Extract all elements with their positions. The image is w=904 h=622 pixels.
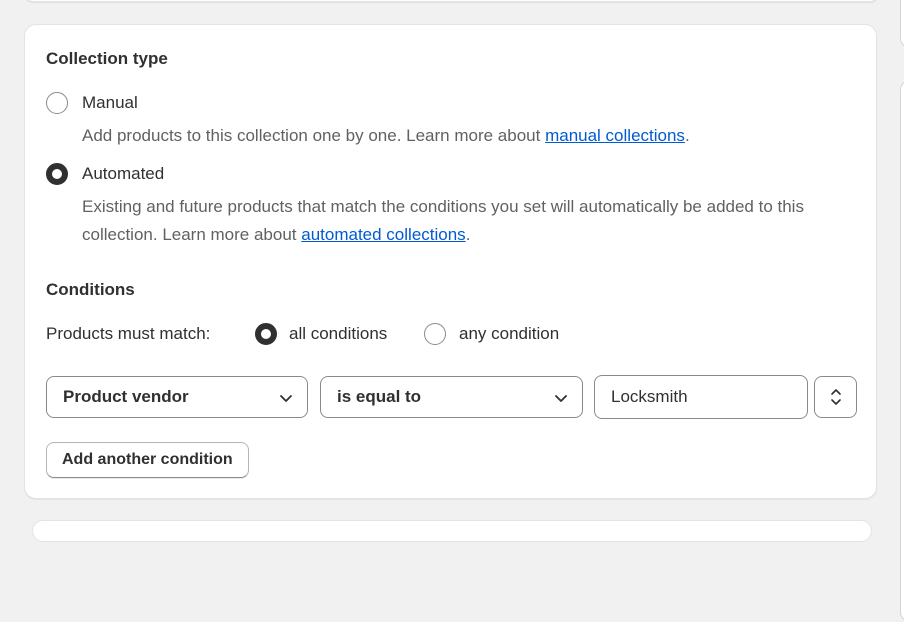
collection-type-heading: Collection type	[46, 49, 168, 68]
automated-help-text: Existing and future products that match …	[82, 193, 857, 249]
manual-help-text: Add products to this collection one by o…	[82, 122, 862, 150]
select-arrows-icon	[830, 389, 841, 405]
collection-type-card: Collection type Manual Add products to t…	[24, 24, 877, 499]
side-card-edge	[900, 0, 904, 48]
previous-card	[24, 0, 879, 2]
condition-field-select[interactable]: Product vendor	[46, 376, 308, 418]
chevron-down-icon	[280, 395, 292, 402]
match-label: Products must match:	[46, 324, 211, 343]
condition-value-field[interactable]: Locksmith	[594, 375, 808, 419]
next-card	[32, 520, 872, 542]
manual-help-suffix: .	[684, 126, 690, 145]
chevron-down-icon	[555, 395, 567, 402]
condition-value-text: Locksmith	[611, 387, 688, 406]
automated-radio[interactable]	[46, 163, 68, 185]
manual-label[interactable]: Manual	[82, 93, 138, 113]
side-card-edge	[900, 80, 904, 622]
manual-help-prefix: Add products to this collection one by o…	[82, 126, 546, 145]
any-condition-label[interactable]: any condition	[459, 324, 559, 344]
condition-field-value: Product vendor	[63, 387, 189, 406]
condition-operator-select[interactable]: is equal to	[320, 376, 583, 418]
all-conditions-radio[interactable]	[255, 323, 277, 345]
manual-collections-link[interactable]: manual collections	[545, 126, 685, 145]
automated-label[interactable]: Automated	[82, 164, 164, 184]
conditions-heading: Conditions	[46, 280, 135, 299]
condition-operator-value: is equal to	[337, 387, 422, 406]
all-conditions-label[interactable]: all conditions	[289, 324, 387, 344]
automated-help-suffix: .	[465, 225, 471, 244]
add-another-condition-button[interactable]: Add another condition	[46, 442, 249, 478]
automated-collections-link[interactable]: automated collections	[301, 225, 465, 244]
manual-radio[interactable]	[46, 92, 68, 114]
any-condition-radio[interactable]	[424, 323, 446, 345]
condition-value-stepper[interactable]	[814, 376, 857, 418]
